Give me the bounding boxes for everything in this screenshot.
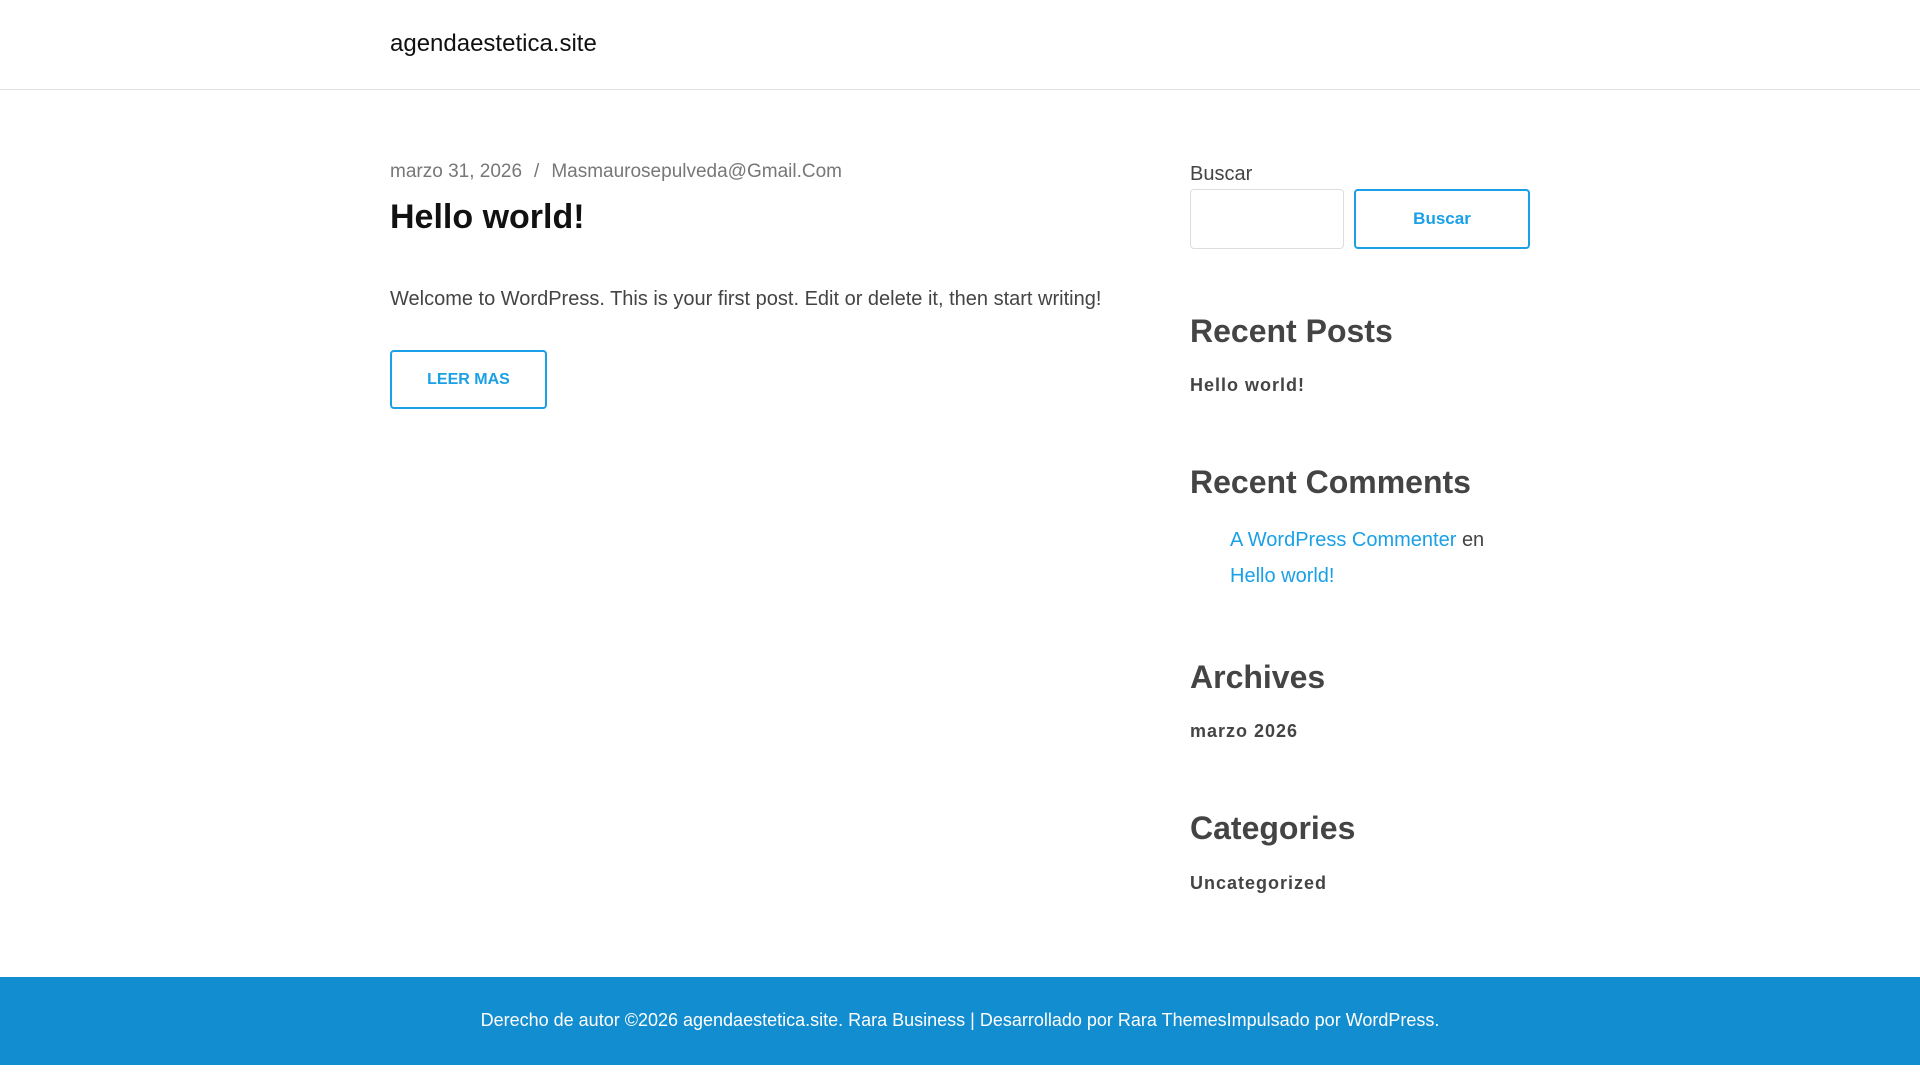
site-header: agendaestetica.site	[0, 0, 1920, 90]
recent-post-link[interactable]: Hello world!	[1190, 375, 1305, 396]
post-meta: marzo 31, 2026 / Masmaurosepulveda@Gmail.C…	[390, 161, 842, 183]
recent-comments-heading: Recent Comments	[1190, 464, 1471, 500]
comment-post-link[interactable]: Hello world!	[1230, 565, 1334, 588]
site-footer: Derecho de autor ©2026 agendaestetica.si…	[0, 977, 1920, 1065]
comment-connector: en	[1461, 529, 1485, 551]
post-date[interactable]: marzo 31, 2026	[390, 161, 522, 182]
search-label: Buscar	[1190, 163, 1253, 185]
archives-heading: Archives	[1190, 659, 1326, 695]
archive-link[interactable]: marzo 2026	[1190, 721, 1298, 742]
comment-author-link[interactable]: A WordPress Commenter	[1230, 529, 1456, 551]
recent-comment: A WordPress Commenter en	[1230, 529, 1484, 552]
category-link[interactable]: Uncategorized	[1190, 873, 1327, 894]
categories-heading: Categories	[1190, 810, 1356, 846]
search-button[interactable]: Buscar	[1354, 189, 1530, 249]
post-excerpt: Welcome to WordPress. This is your first…	[390, 288, 1102, 310]
footer-copyright: Derecho de autor ©2026 agendaestetica.si…	[480, 1010, 1440, 1030]
post-title[interactable]: Hello world!	[390, 198, 585, 237]
post-author[interactable]: Masmaurosepulveda@Gmail.Com	[551, 161, 842, 182]
read-more-button[interactable]: LEER MAS	[390, 350, 547, 409]
site-title-link[interactable]: agendaestetica.site	[390, 30, 597, 58]
recent-posts-heading: Recent Posts	[1190, 313, 1393, 349]
meta-separator: /	[534, 161, 540, 182]
search-input[interactable]	[1190, 189, 1344, 249]
